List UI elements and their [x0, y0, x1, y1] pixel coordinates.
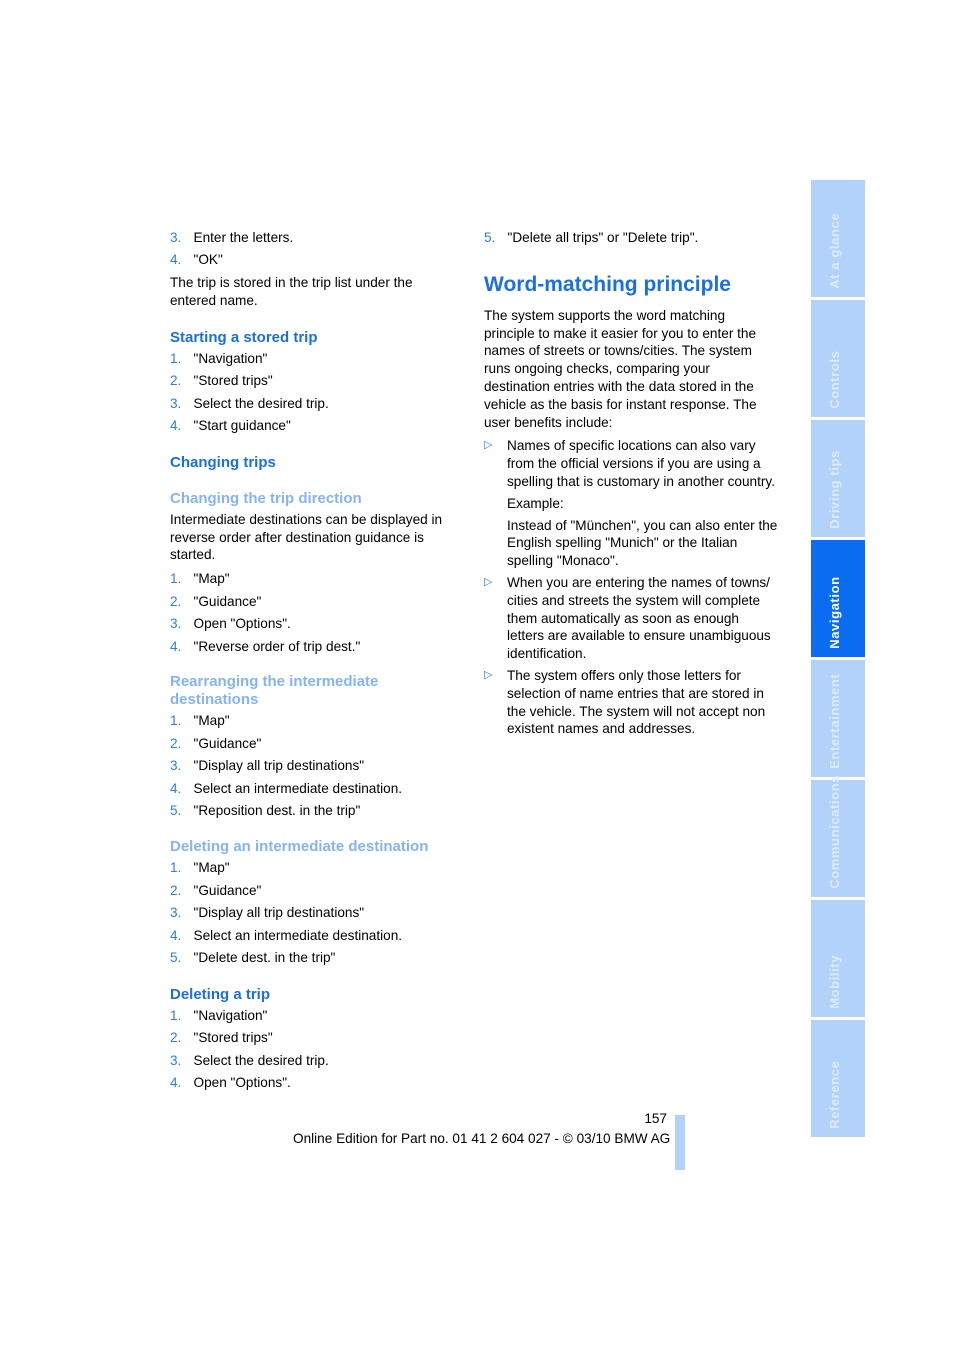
heading-changing-trip-direction: Changing the trip direction	[170, 489, 362, 507]
heading-deleting-trip: Deleting a trip	[170, 985, 271, 1003]
list-item: 3. Select the desired trip.	[170, 1052, 329, 1068]
list-item: 4. "Start guidance"	[170, 418, 291, 434]
section-paragraph: The system supports the word matching pr…	[484, 307, 757, 430]
triangle-right-icon: ▷	[484, 668, 493, 681]
tab-controls[interactable]: Controls	[811, 300, 865, 417]
example-label: Example:	[507, 495, 564, 511]
tab-reference[interactable]: Reference	[811, 1020, 865, 1137]
list-item: 3. "Display all trip destinations"	[170, 758, 365, 774]
left-column: 3. Enter the letters. 4. "OK" The trip is …	[170, 229, 460, 1097]
list-item: 3. "Display all trip destinations"	[170, 905, 365, 921]
bullet-item: ▷ The system offers only those letters f…	[484, 667, 766, 737]
list-item: 2. "Guidance"	[170, 735, 262, 751]
bullet-item: ▷ Names of specific locations can also v…	[484, 438, 775, 489]
list-item: 2. "Stored trips"	[170, 1030, 273, 1046]
list-item: 4. Select an intermediate destination.	[170, 927, 403, 943]
list-item: 4. "OK"	[170, 252, 223, 268]
edition-text: Online Edition for Part no. 01 41 2 604 …	[293, 1131, 671, 1146]
list-item: 3. Enter the letters.	[170, 230, 294, 245]
list-item: 1. "Map"	[170, 571, 230, 587]
tab-driving-tips[interactable]: Driving tips	[811, 420, 865, 537]
triangle-right-icon: ▷	[484, 439, 493, 452]
tab-navigation[interactable]: Navigation	[811, 540, 865, 657]
tab-mobility[interactable]: Mobility	[811, 900, 865, 1017]
list-item: 4. Open "Options".	[170, 1075, 291, 1091]
list-item: 1. "Map"	[170, 860, 230, 876]
list-item: 5. "Reposition dest. in the trip"	[170, 803, 361, 819]
intro-paragraph: The trip is stored in the trip list unde…	[170, 274, 413, 308]
list-item: 3. Select the desired trip.	[170, 395, 329, 411]
page-number: 157	[644, 1111, 667, 1126]
list-item: 4. "Reverse order of trip dest."	[170, 638, 361, 654]
list-item: 5. "Delete dest. in the trip"	[170, 950, 336, 966]
triangle-right-icon: ▷	[484, 575, 493, 588]
list-item: 2. "Stored trips"	[170, 373, 273, 389]
bullet-item: ▷ When you are entering the names of tow…	[484, 574, 771, 662]
footer-bar	[675, 1115, 685, 1170]
section-title: Word-matching principle	[484, 272, 731, 296]
tab-at-a-glance[interactable]: At a glance	[811, 180, 865, 297]
heading-deleting-intermediate-destination: Deleting an intermediate destination	[170, 838, 429, 856]
tab-communications[interactable]: Communications	[811, 775, 865, 897]
list-item: 2. "Guidance"	[170, 593, 262, 609]
list-item: 4. Select an intermediate destination.	[170, 780, 403, 796]
list-item: 1. "Navigation"	[170, 350, 268, 366]
list-item: 2. "Guidance"	[170, 882, 262, 898]
chapter-tabs: At a glance Controls Driving tips Naviga…	[811, 180, 865, 1140]
list-item: 3. Open "Options".	[170, 616, 291, 632]
list-item: 5. "Delete all trips" or "Delete trip".	[484, 230, 699, 245]
intro-steps: 3. Enter the letters. 4. "OK"	[170, 229, 460, 269]
list-item: 1. "Navigation"	[170, 1007, 268, 1023]
right-column: 5. "Delete all trips" or "Delete trip". W…	[484, 229, 779, 742]
heading-changing-trips: Changing trips	[170, 453, 276, 471]
heading-rearranging-destinations: Rearranging the intermediate destination…	[170, 673, 379, 709]
direction-paragraph: Intermediate destinations can be display…	[170, 511, 443, 563]
heading-starting-stored-trip: Starting a stored trip	[170, 328, 318, 346]
list-item: 1. "Map"	[170, 713, 230, 729]
example-text: Instead of "München", you can also enter…	[507, 517, 778, 569]
tab-entertainment[interactable]: Entertainment	[811, 660, 865, 777]
